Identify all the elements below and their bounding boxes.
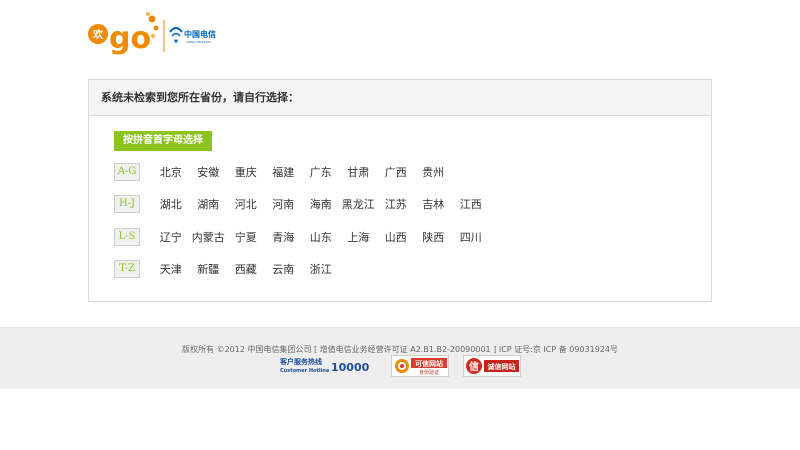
group-row-t-z: T-Z 天津 新疆 西藏 云南 浙江 — [114, 259, 340, 279]
province-link[interactable]: 甘肃 — [340, 164, 378, 180]
province-link[interactable]: 上海 — [340, 229, 378, 245]
province-link[interactable]: 新疆 — [190, 261, 228, 277]
footer-badges: 客户服务热线 Customer Hotline 10000 可信网站 身份验证 … — [0, 355, 800, 377]
province-link[interactable]: 江西 — [452, 196, 490, 212]
province-link[interactable]: 天津 — [152, 261, 190, 277]
trust-title: 可信网站 — [415, 359, 443, 368]
brand-cn: 中国电信 — [184, 29, 216, 39]
province-link[interactable]: 广西 — [377, 164, 415, 180]
province-link[interactable]: 山东 — [302, 229, 340, 245]
province-link[interactable]: 山西 — [377, 229, 415, 245]
province-link[interactable]: 河北 — [227, 196, 265, 212]
province-link[interactable]: 江苏 — [377, 196, 415, 212]
province-link[interactable]: 四川 — [452, 229, 490, 245]
province-link[interactable]: 吉林 — [415, 196, 453, 212]
group-row-a-g: A-G 北京 安徽 重庆 福建 广东 甘肃 广西 贵州 — [114, 162, 452, 182]
cred-char: 信 — [469, 360, 479, 373]
page-footer: 版权所有 ©2012 中国电信集团公司 [ 增值电信业务经营许可证 A2.B1.… — [0, 327, 800, 389]
province-link[interactable]: 贵州 — [415, 164, 453, 180]
province-link[interactable]: 福建 — [265, 164, 303, 180]
pinyin-mode-button[interactable]: 按拼音首字母选择 — [114, 131, 212, 151]
province-link[interactable]: 辽宁 — [152, 229, 190, 245]
province-link[interactable]: 云南 — [265, 261, 303, 277]
copyright-text: 版权所有 ©2012 中国电信集团公司 [ 增值电信业务经营许可证 A2.B1.… — [182, 345, 618, 354]
province-link[interactable]: 湖南 — [190, 196, 228, 212]
province-link[interactable]: 湖北 — [152, 196, 190, 212]
province-panel: 系统未检索到您所在省份，请自行选择： 按拼音首字母选择 A-G 北京 安徽 重庆… — [88, 79, 712, 302]
province-link[interactable]: 内蒙古 — [190, 229, 228, 245]
svg-text:欢: 欢 — [92, 28, 104, 41]
province-link[interactable]: 河南 — [265, 196, 303, 212]
hotline-cn: 客户服务热线 — [279, 357, 322, 366]
group-row-l-s: L-S 辽宁 内蒙古 宁夏 青海 山东 上海 山西 陕西 四川 — [114, 227, 490, 247]
province-link[interactable]: 北京 — [152, 164, 190, 180]
province-link[interactable]: 西藏 — [227, 261, 265, 277]
group-label-l-s: L-S — [114, 228, 140, 246]
trusted-site-badge[interactable]: 可信网站 身份验证 — [391, 355, 449, 377]
hotline-number: 10000 — [331, 361, 370, 374]
group-row-h-j: H-J 湖北 湖南 河北 河南 海南 黑龙江 江苏 吉林 江西 — [114, 194, 490, 214]
site-logo[interactable]: 欢 go 中国电信 CHINA TELECOM — [86, 8, 226, 56]
group-label-a-g: A-G — [114, 163, 140, 181]
province-link[interactable]: 浙江 — [302, 261, 340, 277]
province-link[interactable]: 海南 — [302, 196, 340, 212]
province-link[interactable]: 青海 — [265, 229, 303, 245]
hotline-badge[interactable]: 客户服务热线 Customer Hotline 10000 — [279, 355, 381, 377]
trust-sub: 身份验证 — [419, 369, 439, 376]
group-label-t-z: T-Z — [114, 260, 140, 278]
hotline-en: Customer Hotline — [280, 368, 330, 374]
province-link[interactable]: 安徽 — [190, 164, 228, 180]
panel-title: 系统未检索到您所在省份，请自行选择： — [89, 80, 711, 116]
province-link[interactable]: 广东 — [302, 164, 340, 180]
china-telecom-icon — [169, 27, 183, 43]
province-link[interactable]: 陕西 — [415, 229, 453, 245]
province-link[interactable]: 黑龙江 — [340, 196, 378, 212]
cred-label: 诚信网站 — [488, 362, 516, 371]
province-link[interactable]: 重庆 — [227, 164, 265, 180]
province-link[interactable]: 宁夏 — [227, 229, 265, 245]
brand-en: CHINA TELECOM — [186, 40, 211, 44]
credible-site-badge[interactable]: 信 诚信网站 — [463, 355, 521, 377]
logo-go-text: go — [109, 21, 151, 56]
group-label-h-j: H-J — [114, 195, 140, 213]
